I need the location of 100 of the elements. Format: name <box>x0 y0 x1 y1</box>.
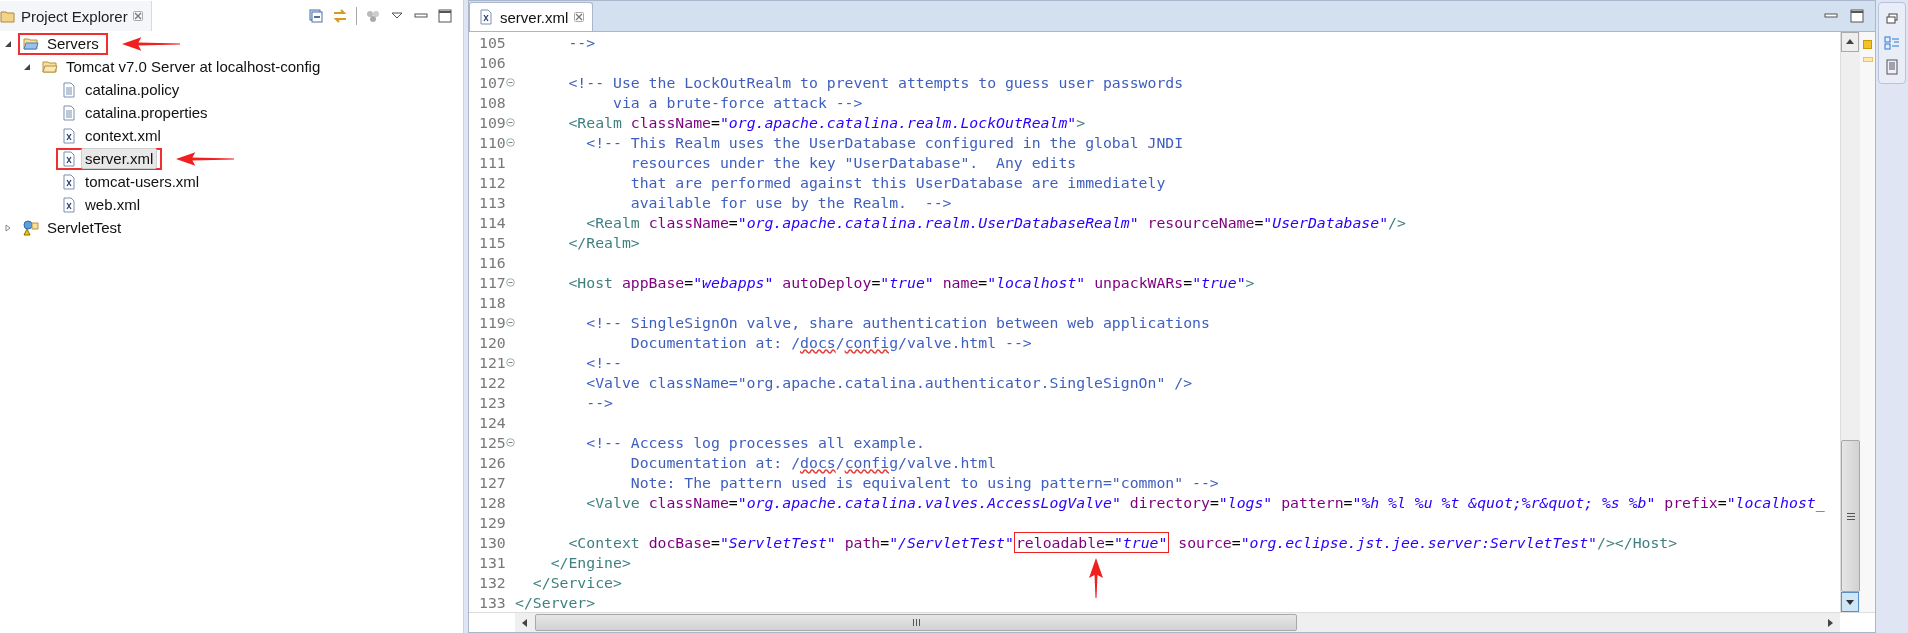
code-line: Note: The pattern used is equivalent to using pattern="common" --> <box>630 473 1219 491</box>
line-number: 119 <box>479 313 506 331</box>
scroll-thumb[interactable] <box>535 614 1297 631</box>
tree-item[interactable]: catalina.properties <box>81 102 212 123</box>
editor-tab-title: server.xml <box>500 8 569 26</box>
code-line: <Context docBase="ServletTest" path="/ServletTest"reloadable="true" source="org.eclipse.jst.jee.server:ServletTest"/></Host> <box>568 533 1678 551</box>
xml-file-icon <box>61 150 77 167</box>
horizontal-scrollbar[interactable] <box>515 613 1840 632</box>
document-icon <box>61 104 77 121</box>
line-number: 126 <box>479 453 506 471</box>
vertical-scrollbar[interactable] <box>1840 32 1860 612</box>
xml-file-icon <box>61 196 77 213</box>
line-number: 105 <box>479 33 506 51</box>
fold-collapse-icon[interactable] <box>505 317 515 327</box>
code-line: </Engine> <box>550 553 631 571</box>
annotation-box: reloadable="true" <box>1013 531 1170 553</box>
scroll-down-icon[interactable] <box>1841 592 1859 612</box>
line-number: 122 <box>479 373 506 391</box>
close-icon[interactable] <box>574 12 585 22</box>
code-line: <!-- SingleSignOn valve, share authentication between web applications <box>586 313 1210 331</box>
line-number: 129 <box>479 513 506 531</box>
annotation-arrow <box>1088 557 1103 598</box>
document-icon[interactable] <box>1884 59 1900 75</box>
tree-item[interactable]: context.xml <box>81 125 165 146</box>
code-line: <Realm className="org.apache.catalina.realm.LockOutRealm"> <box>568 113 1086 131</box>
line-number: 127 <box>479 473 506 491</box>
fold-collapse-icon[interactable] <box>505 357 515 367</box>
fold-collapse-icon[interactable] <box>505 117 515 127</box>
tree-toggle-icon[interactable] <box>4 223 12 232</box>
code-line: Documentation at: /docs/config/valve.html --> <box>630 333 1032 351</box>
line-number: 110 <box>479 133 506 151</box>
tree-item[interactable]: ServletTest <box>43 217 126 238</box>
line-number: 112 <box>479 173 506 191</box>
view-title: Project Explorer <box>21 7 128 25</box>
annotation-arrow <box>176 151 235 166</box>
tree-toggle-icon[interactable] <box>4 39 12 48</box>
collapse-all-icon[interactable] <box>308 8 324 24</box>
code-line: available for use by the Realm. --> <box>630 193 952 211</box>
tree-item[interactable]: Servers <box>43 33 103 54</box>
line-number: 108 <box>479 93 506 111</box>
fold-collapse-icon[interactable] <box>505 277 515 287</box>
document-icon <box>61 81 77 98</box>
warning-marker[interactable] <box>1863 40 1872 49</box>
editor-tab[interactable]: server.xml <box>469 2 594 31</box>
line-number: 107 <box>479 73 506 91</box>
scroll-thumb[interactable] <box>1841 440 1860 592</box>
code-line: <!-- <box>586 353 622 371</box>
folder-icon <box>0 8 16 24</box>
line-number: 132 <box>479 573 506 591</box>
fold-collapse-icon[interactable] <box>505 77 515 87</box>
code-line: --> <box>568 33 596 51</box>
tree-item[interactable]: catalina.policy <box>81 79 184 100</box>
line-number: 109 <box>479 113 506 131</box>
tree-toggle-icon[interactable] <box>23 62 31 71</box>
outline-icon[interactable] <box>1884 35 1900 51</box>
code-line: <Realm className="org.apache.catalina.realm.UserDatabaseRealm" resourceName="UserDatabase"/> <box>586 213 1406 231</box>
line-number: 120 <box>479 333 506 351</box>
tree-item[interactable]: server.xml <box>81 148 158 169</box>
code-line: resources under the key "UserDatabase". Any edits <box>630 153 1077 171</box>
line-number: 123 <box>479 393 506 411</box>
xml-file-icon <box>61 127 77 144</box>
folder-icon <box>23 35 39 52</box>
line-number: 117 <box>479 273 506 291</box>
tree-item[interactable]: web.xml <box>81 194 144 215</box>
line-number: 113 <box>479 193 506 211</box>
line-number: 133 <box>479 593 506 611</box>
code-line: Documentation at: /docs/config/valve.html <box>630 453 997 471</box>
code-line: --> <box>586 393 613 411</box>
fold-collapse-icon[interactable] <box>505 437 515 447</box>
tree-item[interactable]: tomcat-users.xml <box>81 171 204 192</box>
code-line: </Server> <box>515 593 596 611</box>
code-line: </Realm> <box>568 233 640 251</box>
maximize-icon[interactable] <box>1849 8 1865 24</box>
code-line: <Valve className="org.apache.catalina.valves.AccessLogValve" directory="logs" pattern="%h %l %u %t &quot;%r&quot; %s %b" prefix="localhost_ <box>586 493 1825 511</box>
line-number: 130 <box>479 533 506 551</box>
occurrence-marker[interactable] <box>1862 57 1873 62</box>
link-arrows-icon[interactable] <box>332 8 348 24</box>
filter-icon[interactable] <box>365 8 381 24</box>
project-icon <box>23 219 39 236</box>
line-number: 115 <box>479 233 506 251</box>
scroll-up-icon[interactable] <box>1841 32 1859 52</box>
line-number: 118 <box>479 293 506 311</box>
tree-item[interactable]: Tomcat v7.0 Server at localhost-config <box>62 56 325 77</box>
fold-collapse-icon[interactable] <box>505 137 515 147</box>
code-line: <!-- This Realm uses the UserDatabase configured in the global JNDI <box>586 133 1184 151</box>
line-number: 116 <box>479 253 506 271</box>
folder-icon <box>42 58 58 75</box>
code-line: <!-- Use the LockOutRealm to prevent attempts to guess user passwords <box>568 73 1184 91</box>
maximize-icon[interactable] <box>437 8 453 24</box>
code-line: <Valve className="org.apache.catalina.authenticator.SingleSignOn" /> <box>586 373 1193 391</box>
view-tab[interactable]: Project Explorer <box>0 1 152 31</box>
close-icon[interactable] <box>132 11 143 21</box>
line-number: 124 <box>479 413 506 431</box>
line-number: 111 <box>479 153 506 171</box>
annotation-arrow <box>121 36 180 51</box>
code-line: </Service> <box>532 573 622 591</box>
xml-file-icon <box>61 173 77 190</box>
line-number: 114 <box>479 213 506 231</box>
line-number: 125 <box>479 433 506 451</box>
restore-icon[interactable] <box>1884 11 1900 27</box>
